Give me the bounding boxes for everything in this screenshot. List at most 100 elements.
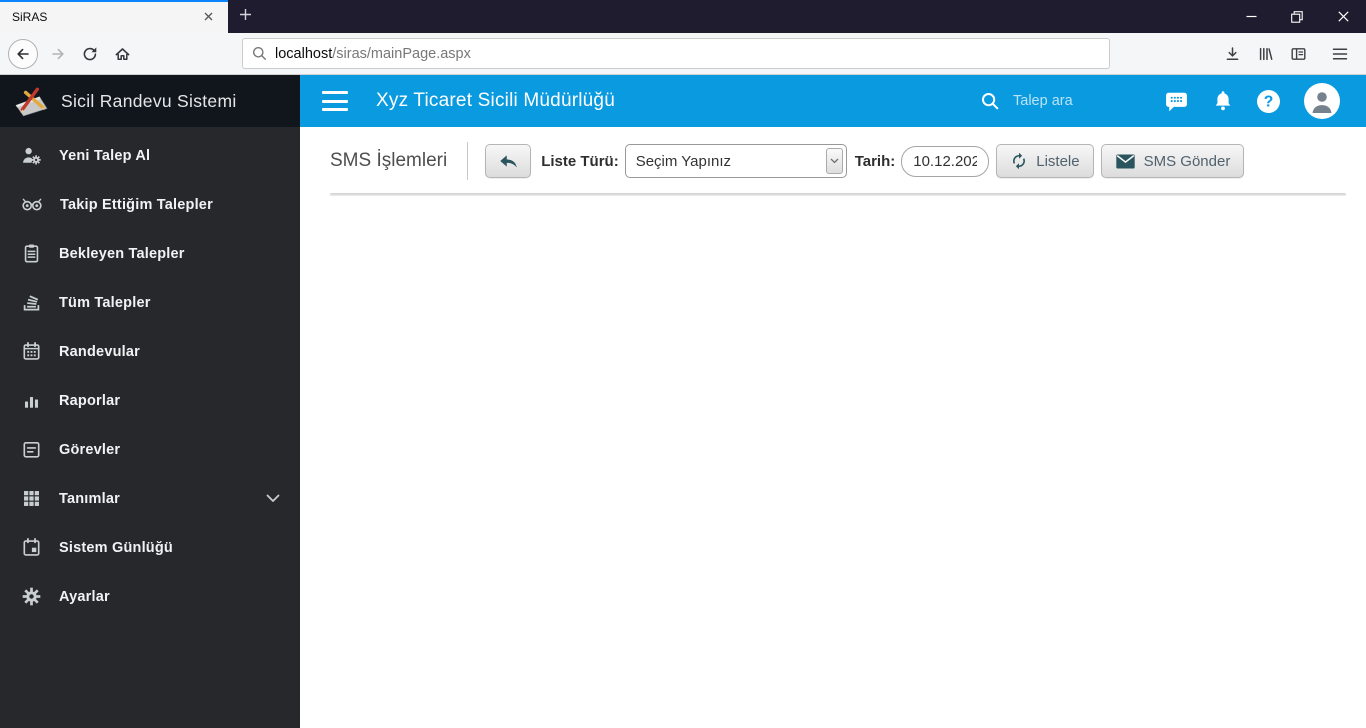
- browser-refresh-button[interactable]: [74, 38, 106, 70]
- minimize-icon: [1246, 15, 1256, 18]
- reply-arrow-icon: [499, 155, 517, 168]
- calendar-icon: [23, 341, 40, 360]
- sidebar-item-label: Görevler: [59, 441, 121, 458]
- back-button[interactable]: [485, 144, 532, 178]
- gear-icon: [22, 587, 41, 606]
- listele-label: Listele: [1036, 152, 1080, 170]
- hamburger-icon: [322, 91, 348, 94]
- sidebar-item-yeni-talep-al[interactable]: Yeni Talep Al: [0, 131, 300, 180]
- listele-button[interactable]: Listele: [996, 144, 1094, 178]
- sidebar-item-gorevler[interactable]: Görevler: [0, 425, 300, 474]
- minimize-button[interactable]: [1228, 0, 1274, 33]
- refresh-icon: [1013, 152, 1026, 170]
- header-icons: ?: [1164, 83, 1340, 119]
- binoculars-icon: [22, 198, 42, 211]
- grid-icon: [24, 491, 39, 506]
- page-title: SMS İşlemleri: [330, 150, 448, 171]
- svg-text:?: ?: [1264, 93, 1274, 110]
- app-page: Sicil Randevu Sistemi Yeni Talep Al Taki…: [0, 75, 1366, 728]
- page-header-title: Xyz Ticaret Sicili Müdürlüğü: [376, 90, 615, 111]
- user-icon: [1312, 92, 1332, 113]
- browser-back-button[interactable]: [8, 38, 38, 69]
- main-area: Xyz Ticaret Sicili Müdürlüğü Talep ara ?…: [300, 75, 1366, 728]
- messages-button[interactable]: [1164, 90, 1189, 113]
- sidebar-toggle-button[interactable]: [322, 91, 348, 111]
- downloads-button[interactable]: [1216, 38, 1248, 70]
- date-input[interactable]: [901, 145, 990, 177]
- chevron-down-icon: [266, 490, 280, 508]
- home-icon: [115, 47, 129, 60]
- browser-home-button[interactable]: [106, 38, 138, 70]
- brand-title: Sicil Randevu Sistemi: [61, 90, 237, 111]
- browser-toolbar: localhost/siras/mainPage.aspx: [0, 33, 1366, 75]
- close-icon: [1337, 11, 1349, 22]
- task-card-icon: [23, 441, 40, 458]
- browser-tab[interactable]: SiRAS: [0, 0, 228, 33]
- sidebar-item-randevular[interactable]: Randevular: [0, 327, 300, 376]
- restore-button[interactable]: [1274, 0, 1320, 33]
- sidebar-menu: Yeni Talep Al Takip Ettiğim Talepler Bek…: [0, 127, 300, 621]
- tab-title: SiRAS: [12, 9, 48, 24]
- sidebar-item-label: Yeni Talep Al: [59, 147, 151, 164]
- select-chevron-icon: [825, 148, 843, 174]
- chat-icon: [1166, 92, 1187, 111]
- sidebar-item-ayarlar[interactable]: Ayarlar: [0, 572, 300, 621]
- sidebar-item-tanimlar[interactable]: Tanımlar: [0, 474, 300, 523]
- search-input[interactable]: [1013, 93, 1143, 109]
- clipboard-icon: [24, 244, 39, 263]
- tab-close-icon[interactable]: [198, 7, 218, 27]
- sidebar-item-label: Bekleyen Talepler: [59, 245, 185, 262]
- envelope-icon: [1115, 154, 1135, 168]
- sidebar-item-tum-talepler[interactable]: Tüm Talepler: [0, 278, 300, 327]
- sidebar-item-label: Ayarlar: [59, 588, 110, 605]
- browser-tab-bar: SiRAS: [0, 0, 1366, 33]
- browser-menu-button[interactable]: [1324, 38, 1356, 70]
- stack-icon: [23, 295, 40, 311]
- search-box[interactable]: [980, 91, 1150, 111]
- vertical-divider: [467, 142, 469, 180]
- sidebar-item-sistem-gunlugu[interactable]: Sistem Günlüğü: [0, 523, 300, 572]
- close-window-button[interactable]: [1320, 0, 1366, 33]
- sms-toolbar: SMS İşlemleri Liste Türü: Seçim Yapınız …: [330, 142, 1346, 180]
- sidebar-panel-icon: [1291, 47, 1306, 60]
- address-bar[interactable]: localhost/siras/mainPage.aspx: [242, 38, 1110, 69]
- sidebar-item-bekleyen-talepler[interactable]: Bekleyen Talepler: [0, 229, 300, 278]
- user-cog-icon: [23, 147, 41, 165]
- content-area: SMS İşlemleri Liste Türü: Seçim Yapınız …: [300, 127, 1366, 728]
- sidebar-item-label: Raporlar: [59, 392, 121, 409]
- list-type-value: Seçim Yapınız: [635, 152, 732, 170]
- sidebar: Sicil Randevu Sistemi Yeni Talep Al Taki…: [0, 75, 300, 728]
- sms-gonder-button[interactable]: SMS Gönder: [1100, 144, 1245, 178]
- sidebar-item-label: Sistem Günlüğü: [59, 539, 173, 556]
- new-tab-icon: [239, 8, 252, 26]
- sidebar-item-label: Takip Ettiğim Talepler: [60, 196, 213, 213]
- library-button[interactable]: [1249, 38, 1281, 70]
- list-type-label: Liste Türü:: [541, 152, 619, 170]
- search-icon: [982, 93, 999, 110]
- menu-icon: [1332, 47, 1348, 60]
- bar-chart-icon: [24, 397, 39, 408]
- app-header: Xyz Ticaret Sicili Müdürlüğü Talep ara ?: [300, 75, 1366, 127]
- sidebar-item-label: Tanımlar: [59, 490, 120, 507]
- user-avatar[interactable]: [1304, 83, 1340, 119]
- sidebar-item-takip-ettigim-talepler[interactable]: Takip Ettiğim Talepler: [0, 180, 300, 229]
- help-button[interactable]: ?: [1257, 89, 1280, 113]
- back-icon: [17, 48, 29, 59]
- horizontal-divider: [330, 193, 1346, 196]
- toolbar-right-icons: [1216, 38, 1356, 70]
- sidebar-item-label: Tüm Talepler: [59, 294, 151, 311]
- sms-gonder-label: SMS Gönder: [1143, 152, 1231, 170]
- search-icon: [253, 47, 266, 60]
- calendar-log-icon: [23, 537, 40, 556]
- sidebar-item-raporlar[interactable]: Raporlar: [0, 376, 300, 425]
- browser-forward-button[interactable]: [42, 38, 74, 70]
- url-text: localhost/siras/mainPage.aspx: [275, 46, 471, 62]
- sidebars-button[interactable]: [1282, 38, 1314, 70]
- list-type-select[interactable]: Seçim Yapınız: [624, 144, 847, 178]
- forward-icon: [52, 48, 64, 59]
- download-icon: [1226, 46, 1238, 60]
- notifications-button[interactable]: [1212, 89, 1234, 113]
- url-path: /siras/mainPage.aspx: [332, 45, 471, 62]
- new-tab-button[interactable]: [228, 0, 262, 33]
- sidebar-item-label: Randevular: [59, 343, 140, 360]
